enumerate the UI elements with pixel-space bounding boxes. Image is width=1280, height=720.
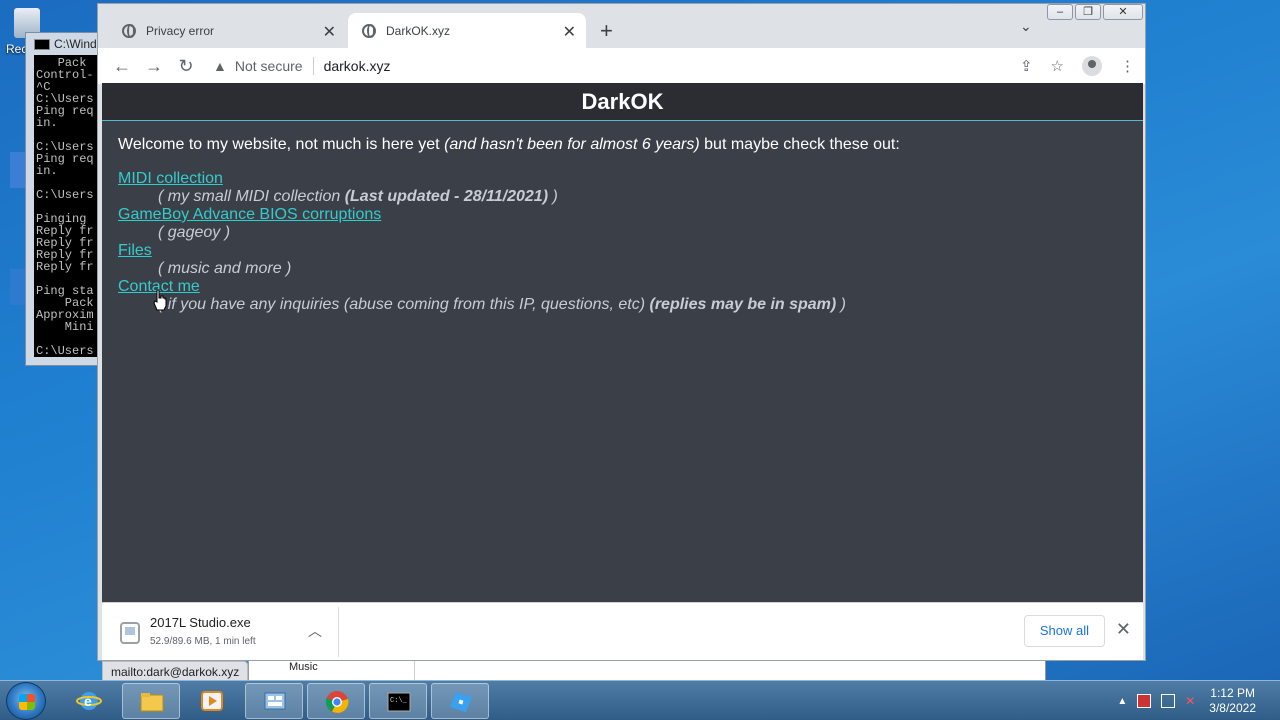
web-page: DarkOK Welcome to my website, not much i… xyxy=(102,83,1143,683)
download-item[interactable]: 2017L Studio.exe 52.9/89.6 MB, 1 min lef… xyxy=(112,611,334,653)
cmd-icon xyxy=(34,38,50,50)
globe-icon xyxy=(122,23,136,38)
warning-icon[interactable]: ▲ xyxy=(213,58,227,74)
chrome-icon xyxy=(325,691,349,713)
toolbar-actions: ⇪ ☆ ⋮ xyxy=(1020,48,1135,84)
roblox-studio-icon xyxy=(450,692,472,712)
tab-label: DarkOK.xyz xyxy=(386,23,451,38)
desc-text: ( gageoy ) xyxy=(158,224,231,241)
browser-window[interactable]: Privacy error ✕ DarkOK.xyz ✕ + ⌄ – ❐ ✕ ←… xyxy=(97,3,1146,683)
show-all-button[interactable]: Show all xyxy=(1023,615,1105,647)
welcome-text: Welcome to my website, not much is here … xyxy=(118,136,445,153)
tray-expand-icon[interactable]: ▲ xyxy=(1117,696,1127,707)
exe-file-icon xyxy=(120,622,140,644)
internet-explorer-icon: e xyxy=(76,692,102,710)
tab-search-chevron-icon[interactable]: ⌄ xyxy=(1020,18,1032,35)
tab-darkok[interactable]: DarkOK.xyz ✕ xyxy=(348,13,586,48)
profile-avatar-icon[interactable] xyxy=(1082,56,1102,76)
forward-arrow-icon[interactable]: → xyxy=(138,56,170,77)
close-window-button[interactable]: ✕ xyxy=(1103,4,1143,20)
welcome-italic: (and hasn't been for almost 6 years) xyxy=(444,136,700,153)
clock[interactable]: 1:12 PM 3/8/2022 xyxy=(1209,686,1256,716)
maximize-button[interactable]: ❐ xyxy=(1075,4,1101,20)
link-description: ( my small MIDI collection (Last updated… xyxy=(118,188,1127,206)
minimize-button[interactable]: – xyxy=(1047,4,1073,20)
window-controls: – ❐ ✕ xyxy=(1047,4,1143,20)
svg-text:e: e xyxy=(84,693,92,709)
page-content: Welcome to my website, not much is here … xyxy=(102,121,1143,329)
sidebar-item-music[interactable]: Music xyxy=(289,661,414,673)
folder-icon xyxy=(140,693,164,712)
clock-date: 3/8/2022 xyxy=(1209,701,1256,715)
taskbar-chrome[interactable] xyxy=(307,683,365,719)
cmd-title: C:\Wind xyxy=(54,37,97,51)
new-tab-button[interactable]: + xyxy=(600,18,613,44)
divider xyxy=(338,607,339,657)
taskbar-roblox-studio[interactable] xyxy=(431,683,489,719)
globe-icon xyxy=(362,23,376,38)
action-center-icon[interactable] xyxy=(1137,694,1152,708)
address-bar[interactable]: ▲ Not secure darkok.xyz xyxy=(213,51,998,81)
media-player-icon xyxy=(201,691,223,711)
back-arrow-icon[interactable]: ← xyxy=(106,56,138,77)
clock-time: 1:12 PM xyxy=(1210,686,1255,700)
command-prompt-icon: C:\_ xyxy=(387,692,411,712)
tab-strip: Privacy error ✕ DarkOK.xyz ✕ + ⌄ – ❐ ✕ xyxy=(98,4,1145,48)
taskbar-control-panel[interactable] xyxy=(245,683,303,719)
menu-kebab-icon[interactable]: ⋮ xyxy=(1120,57,1135,75)
explorer-sidebar: Music xyxy=(249,661,415,681)
desc-text: ) xyxy=(548,188,558,205)
tab-close-icon[interactable]: ✕ xyxy=(563,22,576,42)
link-midi-collection[interactable]: MIDI collection xyxy=(118,170,1127,188)
close-icon[interactable]: ✕ xyxy=(1116,619,1131,640)
omnibox-divider xyxy=(312,57,314,75)
taskbar: e C:\_ ▲ ✕ 1:12 PM 3/8/2022 xyxy=(0,680,1280,720)
link-description: ( if you have any inquiries (abuse comin… xyxy=(118,296,1127,314)
link-contact-me[interactable]: Contact me xyxy=(118,278,1127,296)
taskbar-ie[interactable]: e xyxy=(60,683,118,719)
hand-cursor-icon xyxy=(153,289,167,311)
tab-label: Privacy error xyxy=(146,23,215,38)
taskbar-explorer[interactable] xyxy=(122,683,180,719)
control-panel-icon xyxy=(264,692,286,710)
explorer-window[interactable]: Music xyxy=(248,660,1046,682)
desc-text: ) xyxy=(836,296,847,313)
volume-muted-icon[interactable]: ✕ xyxy=(1185,694,1199,708)
url-text[interactable]: darkok.xyz xyxy=(324,58,391,74)
security-status[interactable]: Not secure xyxy=(235,58,303,74)
link-files[interactable]: Files xyxy=(118,242,1127,260)
link-description: ( gageoy ) xyxy=(118,224,1127,242)
welcome-tail: but maybe check these out: xyxy=(699,136,900,153)
desc-bold: (Last updated - 28/11/2021) xyxy=(344,188,549,205)
bookmark-star-icon[interactable]: ☆ xyxy=(1051,57,1064,75)
welcome-paragraph: Welcome to my website, not much is here … xyxy=(118,136,1127,154)
desc-bold: (replies may be in spam) xyxy=(649,296,837,313)
link-gba-bios[interactable]: GameBoy Advance BIOS corruptions xyxy=(118,206,1127,224)
system-tray: ▲ ✕ 1:12 PM 3/8/2022 xyxy=(1117,681,1280,720)
link-description: ( music and more ) xyxy=(118,260,1127,278)
browser-toolbar: ← → ↻ ▲ Not secure darkok.xyz ⇪ ☆ ⋮ xyxy=(98,48,1145,84)
taskbar-media-player[interactable] xyxy=(183,683,241,719)
download-progress: 52.9/89.6 MB, 1 min left xyxy=(150,636,256,647)
svg-text:C:\_: C:\_ xyxy=(390,697,408,705)
chevron-up-icon[interactable]: ︿ xyxy=(308,621,322,641)
download-shelf: 2017L Studio.exe 52.9/89.6 MB, 1 min lef… xyxy=(102,602,1143,660)
page-title: DarkOK xyxy=(102,83,1143,121)
download-file-name: 2017L Studio.exe xyxy=(150,615,251,630)
tab-close-icon[interactable]: ✕ xyxy=(323,22,336,42)
taskbar-cmd[interactable]: C:\_ xyxy=(369,683,427,719)
network-icon[interactable] xyxy=(1161,694,1176,708)
tab-privacy-error[interactable]: Privacy error ✕ xyxy=(108,13,346,48)
share-icon[interactable]: ⇪ xyxy=(1020,57,1033,75)
reload-icon[interactable]: ↻ xyxy=(170,56,202,77)
desc-text: ( if you have any inquiries (abuse comin… xyxy=(158,296,650,313)
desc-text: ( my small MIDI collection xyxy=(158,188,345,205)
start-button[interactable] xyxy=(6,682,46,720)
desc-text: ( music and more ) xyxy=(158,260,292,277)
